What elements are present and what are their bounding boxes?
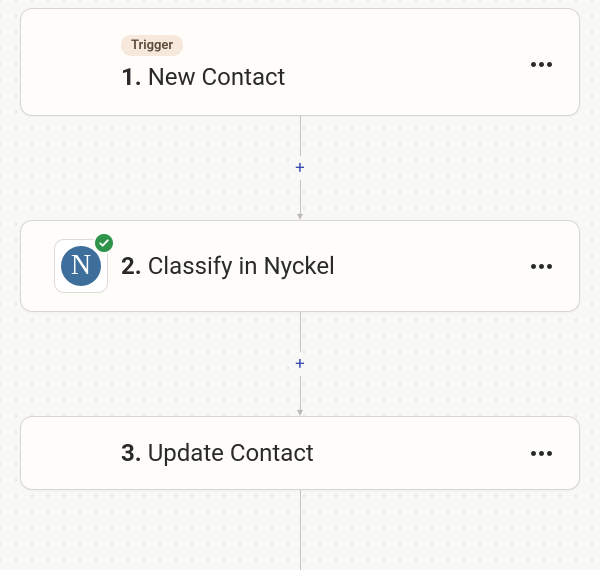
step-label: New Contact — [148, 63, 286, 91]
step-card-2[interactable]: N 2. Classify in Nyckel — [20, 220, 580, 312]
more-button[interactable] — [523, 248, 559, 284]
connector-line — [300, 312, 301, 352]
more-icon — [531, 62, 552, 67]
more-button[interactable] — [523, 46, 559, 82]
app-badge: N — [54, 239, 108, 293]
step-body: 2. Classify in Nyckel — [121, 251, 523, 282]
step-body: 3. Update Contact — [121, 438, 523, 469]
nyckel-logo-icon: N — [61, 246, 101, 286]
workflow-canvas: Trigger 1. New Contact + ▾ N — [0, 0, 600, 570]
step-title: 2. Classify in Nyckel — [121, 251, 523, 282]
connector: + ▾ — [290, 116, 310, 220]
success-check-icon — [93, 232, 115, 254]
step-number: 1. — [121, 63, 142, 91]
add-step-button[interactable]: + — [290, 354, 310, 374]
more-icon — [531, 451, 552, 456]
connector-tail — [300, 490, 301, 570]
step-card-3[interactable]: 3. Update Contact — [20, 416, 580, 490]
step-label: Classify in Nyckel — [148, 252, 335, 280]
step-label: Update Contact — [148, 439, 314, 467]
connector-line — [300, 116, 301, 156]
connector-arrow-wrap: ▾ — [297, 180, 303, 220]
trigger-badge: Trigger — [121, 35, 183, 56]
arrow-down-icon: ▾ — [297, 408, 303, 416]
step-number: 2. — [121, 252, 142, 280]
more-icon — [531, 264, 552, 269]
add-step-button[interactable]: + — [290, 158, 310, 178]
connector-arrow-wrap: ▾ — [297, 376, 303, 416]
step-card-1[interactable]: Trigger 1. New Contact — [20, 8, 580, 116]
step-number: 3. — [121, 439, 142, 467]
connector: + ▾ — [290, 312, 310, 416]
step-icon-slot: N — [41, 239, 121, 293]
step-title: 1. New Contact — [121, 62, 523, 93]
arrow-down-icon: ▾ — [297, 212, 303, 220]
step-title: 3. Update Contact — [121, 438, 523, 469]
step-body: Trigger 1. New Contact — [121, 35, 523, 93]
more-button[interactable] — [523, 435, 559, 471]
